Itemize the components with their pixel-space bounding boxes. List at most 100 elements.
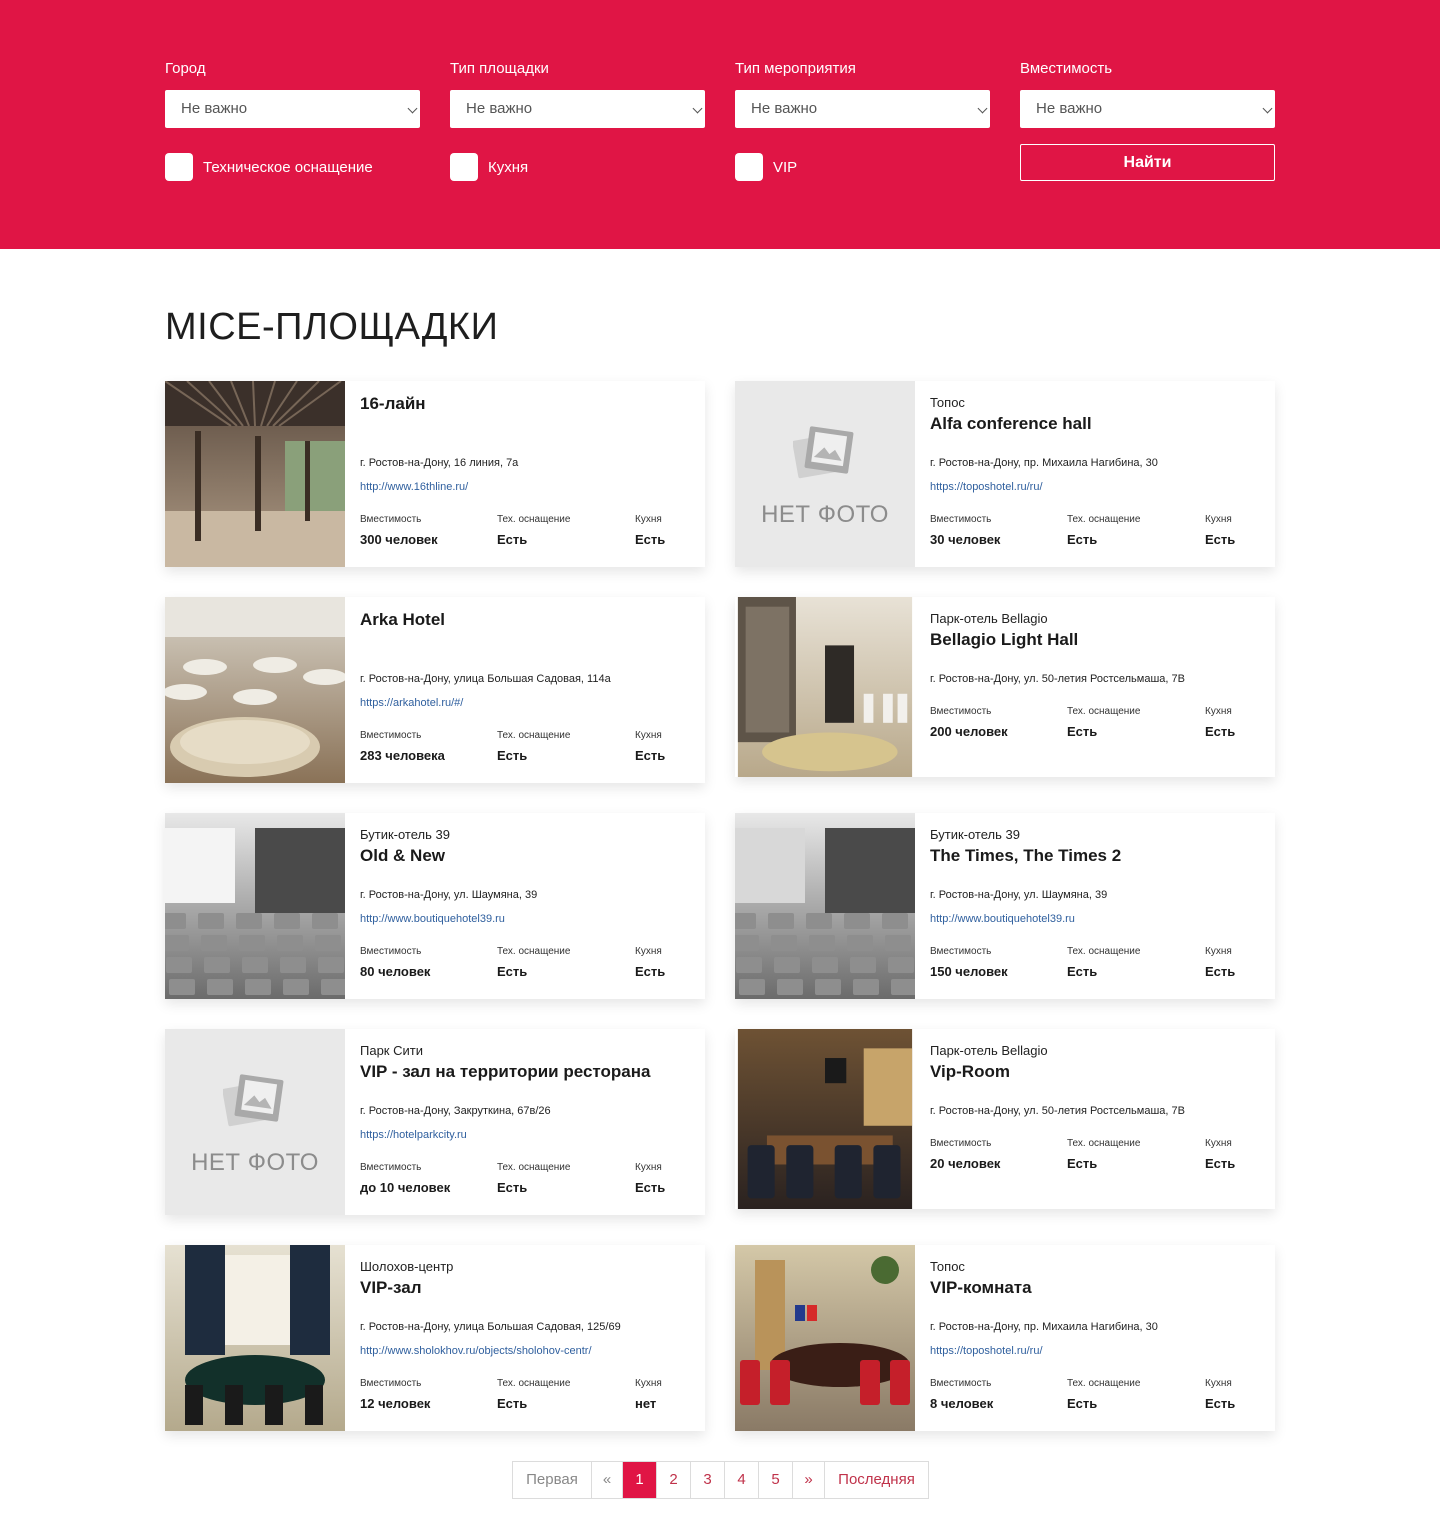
venue-website-link[interactable]: http://www.16thline.ru/ — [360, 481, 468, 493]
venue-card[interactable]: Arka Hotel г. Ростов-на-Дону, улица Боль… — [165, 597, 705, 783]
venue-card[interactable]: Топос VIP-комната г. Ростов-на-Дону, пр.… — [735, 1245, 1275, 1431]
vip-label: VIP — [773, 158, 798, 176]
venue-card[interactable]: НЕТ ФОТО Парк Сити VIP - зал на территор… — [165, 1029, 705, 1215]
venue-info: Парк-отель Bellagio Bellagio Light Hall … — [930, 597, 1260, 783]
page-first[interactable]: Первая — [513, 1462, 592, 1498]
tech-stat: Тех. оснащение Есть — [1067, 1138, 1140, 1171]
no-photo-icon — [793, 426, 854, 479]
capacity-stat: Вместимость 300 человек — [360, 514, 438, 547]
venue-photo[interactable] — [735, 1029, 915, 1209]
venue-type-select[interactable]: Не важно — [450, 90, 705, 128]
venue-photo[interactable] — [735, 597, 915, 777]
venue-name[interactable]: Alfa conference hall — [930, 414, 1092, 434]
venue-brand: Парк Сити — [360, 1043, 423, 1058]
vip-checkbox[interactable]: VIP — [735, 152, 797, 182]
kitchen-stat: Кухня Есть — [1205, 514, 1235, 547]
venue-name[interactable]: VIP - зал на территории ресторана — [360, 1062, 650, 1082]
kitchen-label: Кухня — [635, 514, 662, 525]
venue-photo[interactable]: НЕТ ФОТО — [735, 381, 915, 567]
tech-stat: Тех. оснащение Есть — [497, 1162, 570, 1195]
venue-name[interactable]: Vip-Room — [930, 1062, 1010, 1082]
venue-card[interactable]: Парк-отель Bellagio Vip-Room г. Ростов-н… — [735, 1029, 1275, 1209]
venue-address: г. Ростов-на-Дону, улица Большая Садовая… — [360, 673, 611, 685]
venue-website-link[interactable]: https://toposhotel.ru/ru/ — [930, 481, 1043, 493]
venue-photo[interactable] — [165, 813, 345, 999]
capacity-value: 200 человек — [930, 724, 1008, 739]
venue-website-link[interactable]: https://arkahotel.ru/#/ — [360, 697, 463, 709]
venue-name[interactable]: Arka Hotel — [360, 610, 445, 630]
venue-card[interactable]: Бутик-отель 39 Old & New г. Ростов-на-До… — [165, 813, 705, 999]
venue-address: г. Ростов-на-Дону, Закруткина, 67в/26 — [360, 1105, 551, 1117]
venue-name[interactable]: Old & New — [360, 846, 445, 866]
venue-card[interactable]: Шолохов-центр VIP-зал г. Ростов-на-Дону,… — [165, 1245, 705, 1431]
page-4[interactable]: 4 — [725, 1462, 759, 1498]
capacity-label: Вместимость — [930, 514, 992, 525]
capacity-label: Вместимость — [360, 946, 422, 957]
venue-name[interactable]: The Times, The Times 2 — [930, 846, 1121, 866]
venue-name[interactable]: VIP-зал — [360, 1278, 422, 1298]
venue-name[interactable]: Bellagio Light Hall — [930, 630, 1078, 650]
tech-label: Тех. оснащение — [497, 730, 571, 741]
venue-website-link[interactable]: https://toposhotel.ru/ru/ — [930, 1345, 1043, 1357]
tech-value: Есть — [497, 532, 528, 547]
venue-photo[interactable]: НЕТ ФОТО — [165, 1029, 345, 1215]
kitchen-stat: Кухня Есть — [1205, 946, 1235, 979]
venue-website-link[interactable]: https://hotelparkcity.ru — [360, 1129, 467, 1141]
venue-address: г. Ростов-на-Дону, пр. Михаила Нагибина,… — [930, 1321, 1158, 1333]
city-select[interactable]: Не важно — [165, 90, 420, 128]
kitchen-value: Есть — [635, 532, 666, 547]
venue-card[interactable]: Бутик-отель 39 The Times, The Times 2 г.… — [735, 813, 1275, 999]
capacity-label: Вместимость — [360, 1162, 422, 1173]
venue-card[interactable]: НЕТ ФОТО Топос Alfa conference hall г. Р… — [735, 381, 1275, 567]
venue-photo[interactable] — [735, 1245, 915, 1431]
page-next[interactable]: » — [793, 1462, 825, 1498]
capacity-value: 12 человек — [360, 1396, 431, 1411]
tech-stat: Тех. оснащение Есть — [1067, 706, 1140, 739]
capacity-stat: Вместимость 12 человек — [360, 1378, 430, 1411]
kitchen-value: Есть — [635, 1180, 666, 1195]
page-title: MICE-ПЛОЩАДКИ — [165, 306, 499, 348]
kitchen-value: Есть — [635, 964, 666, 979]
venue-website-link[interactable]: http://www.boutiquehotel39.ru — [930, 913, 1075, 925]
venue-website-link[interactable]: http://www.boutiquehotel39.ru — [360, 913, 505, 925]
venue-website-link[interactable]: http://www.sholokhov.ru/objects/sholohov… — [360, 1345, 592, 1357]
event-type-select[interactable]: Не важно — [735, 90, 990, 128]
page-5[interactable]: 5 — [759, 1462, 793, 1498]
venue-photo[interactable] — [165, 1245, 345, 1431]
venue-photo[interactable] — [735, 813, 915, 999]
capacity-stat: Вместимость 150 человек — [930, 946, 1008, 979]
page-last[interactable]: Последняя — [825, 1462, 928, 1498]
find-button[interactable]: Найти — [1020, 144, 1275, 181]
checkbox-box[interactable] — [165, 153, 193, 181]
kitchen-checkbox[interactable]: Кухня — [450, 152, 528, 182]
page-prev[interactable]: « — [592, 1462, 623, 1498]
venue-card[interactable]: Парк-отель Bellagio Bellagio Light Hall … — [735, 597, 1275, 777]
venue-brand: Топос — [930, 395, 965, 410]
venue-info: Шолохов-центр VIP-зал г. Ростов-на-Дону,… — [360, 1245, 690, 1431]
venue-card[interactable]: 16-лайн г. Ростов-на-Дону, 16 линия, 7а … — [165, 381, 705, 567]
tech-label: Тех. оснащение — [1067, 946, 1141, 957]
kitchen-label: Кухня — [1205, 706, 1232, 717]
chevron-down-icon — [977, 103, 988, 114]
venue-info: Arka Hotel г. Ростов-на-Дону, улица Боль… — [360, 597, 690, 783]
capacity-select[interactable]: Не важно — [1020, 90, 1275, 128]
capacity-stat: Вместимость 283 человека — [360, 730, 445, 763]
kitchen-stat: Кухня Есть — [1205, 1378, 1235, 1411]
venue-name[interactable]: 16-лайн — [360, 394, 426, 414]
kitchen-label: Кухня — [635, 1378, 662, 1389]
venue-photo[interactable] — [165, 381, 345, 567]
venue-photo[interactable] — [165, 597, 345, 783]
tech-value: Есть — [1067, 1396, 1098, 1411]
page-2[interactable]: 2 — [657, 1462, 691, 1498]
tech-equipment-checkbox[interactable]: Техническое оснащение — [165, 152, 373, 182]
venue-name[interactable]: VIP-комната — [930, 1278, 1032, 1298]
kitchen-label: Кухня — [1205, 514, 1232, 525]
checkbox-box[interactable] — [735, 153, 763, 181]
tech-label: Тех. оснащение — [1067, 1378, 1141, 1389]
pagination: Первая « 1 2 3 4 5 » Последняя — [512, 1461, 929, 1499]
page-3[interactable]: 3 — [691, 1462, 725, 1498]
checkbox-box[interactable] — [450, 153, 478, 181]
kitchen-label: Кухня — [1205, 1378, 1232, 1389]
page-1[interactable]: 1 — [623, 1462, 657, 1498]
venue-info: 16-лайн г. Ростов-на-Дону, 16 линия, 7а … — [360, 381, 690, 567]
